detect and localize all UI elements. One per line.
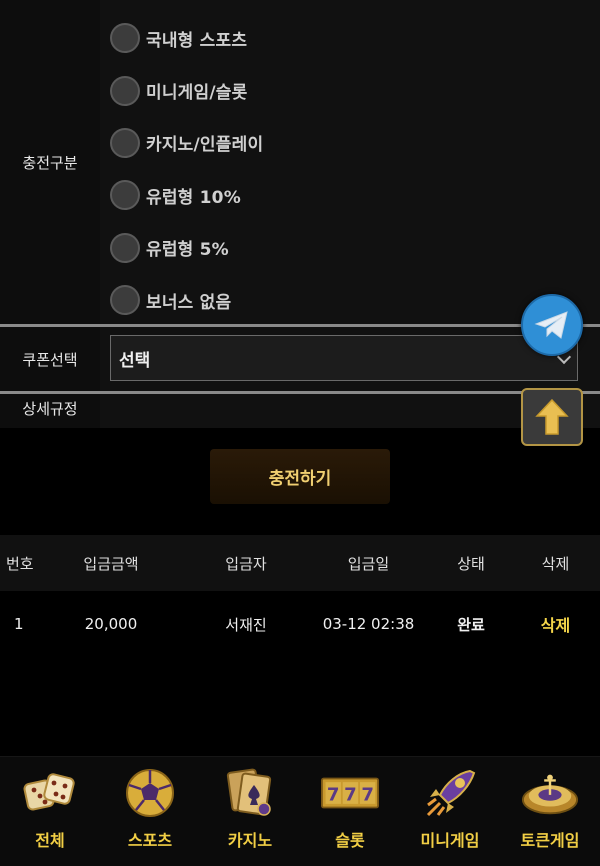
- telegram-button[interactable]: [521, 294, 583, 356]
- radio-option-casino-inplay[interactable]: 카지노/인플레이: [110, 117, 263, 169]
- charge-button[interactable]: 충전하기: [210, 449, 390, 504]
- bottom-nav: 전체 스포츠 카지노 7 7 7 슬롯 미니게임 토큰게임: [0, 756, 600, 866]
- nav-item-casino[interactable]: 카지노: [200, 757, 300, 866]
- rules-row: 상세규정: [0, 394, 600, 428]
- rules-label: 상세규정: [0, 394, 100, 428]
- column-header-depositor: 입금자: [225, 554, 267, 573]
- radio-button-icon[interactable]: [110, 75, 140, 106]
- nav-item-sports[interactable]: 스포츠: [100, 757, 200, 866]
- nav-label: 전체: [35, 831, 65, 850]
- radio-option-label: 미니게임/슬롯: [146, 83, 248, 104]
- row-date: 03-12 02:38: [322, 615, 415, 633]
- slot-777-icon: 7 7 7: [321, 767, 379, 819]
- radio-option-european-10[interactable]: 유럽형 10%: [110, 169, 263, 221]
- column-header-amount: 입금금액: [83, 554, 139, 573]
- radio-button-icon[interactable]: [110, 180, 140, 211]
- radio-option-label: 보너스 없음: [146, 292, 232, 313]
- coupon-label: 쿠폰선택: [0, 327, 100, 391]
- radio-option-european-5[interactable]: 유럽형 5%: [110, 222, 263, 274]
- row-amount: 20,000: [84, 615, 138, 633]
- radio-option-no-bonus[interactable]: 보너스 없음: [110, 274, 263, 326]
- radio-option-label: 카지노/인플레이: [146, 135, 264, 156]
- column-header-no: 번호: [6, 554, 34, 573]
- row-no: 1: [14, 615, 24, 633]
- deposit-type-options: 국내형 스포츠 미니게임/슬롯 카지노/인플레이 유럽형 10% 유럽형 5%: [100, 0, 600, 324]
- row-status: 완료: [457, 615, 485, 634]
- nav-label: 스포츠: [127, 831, 173, 850]
- nav-label: 카지노: [227, 831, 273, 850]
- radio-button-icon[interactable]: [110, 23, 140, 54]
- radio-button-icon[interactable]: [110, 285, 140, 316]
- scroll-to-top-button[interactable]: [521, 388, 583, 446]
- nav-label: 토큰게임: [520, 831, 580, 850]
- radio-option-domestic-sports[interactable]: 국내형 스포츠: [110, 12, 263, 64]
- nav-label: 슬롯: [335, 831, 365, 850]
- telegram-icon: [534, 311, 568, 339]
- row-depositor: 서재진: [225, 615, 267, 634]
- soccer-ball-icon: [121, 767, 179, 819]
- radio-button-icon[interactable]: [110, 127, 140, 158]
- delete-button[interactable]: 삭제: [541, 616, 570, 635]
- radio-option-minigame-slot[interactable]: 미니게임/슬롯: [110, 64, 263, 116]
- nav-item-token-game[interactable]: 토큰게임: [500, 757, 600, 866]
- deposit-type-label: 충전구분: [0, 0, 100, 324]
- nav-label: 미니게임: [420, 831, 480, 850]
- radio-button-icon[interactable]: [110, 232, 140, 263]
- radio-option-label: 유럽형 5%: [146, 240, 229, 261]
- nav-item-minigame[interactable]: 미니게임: [400, 757, 500, 866]
- nav-item-slot[interactable]: 7 7 7 슬롯: [300, 757, 400, 866]
- rocket-icon: [421, 767, 479, 819]
- deposit-history-table: 번호 입금금액 입금자 입금일 상태 삭제 1 20,000 서재진 03-12…: [0, 535, 600, 657]
- playing-cards-icon: [221, 767, 279, 819]
- svg-text:7: 7: [327, 784, 340, 805]
- coupon-select[interactable]: 선택: [110, 335, 578, 381]
- deposit-form: 충전구분 국내형 스포츠 미니게임/슬롯 카지노/인플레이 유럽형 10% 유럽…: [0, 0, 600, 430]
- svg-text:7: 7: [344, 784, 357, 805]
- svg-text:7: 7: [361, 784, 374, 805]
- deposit-type-row: 충전구분 국내형 스포츠 미니게임/슬롯 카지노/인플레이 유럽형 10% 유럽…: [0, 0, 600, 324]
- table-row: 1 20,000 서재진 03-12 02:38 완료 삭제: [0, 591, 600, 657]
- column-header-delete: 삭제: [541, 554, 570, 573]
- roulette-icon: [521, 767, 579, 819]
- arrow-up-icon: [535, 398, 569, 435]
- radio-option-label: 국내형 스포츠: [146, 30, 248, 51]
- dice-icon: [21, 767, 79, 819]
- column-header-date: 입금일: [347, 554, 390, 573]
- coupon-row: 쿠폰선택 선택: [0, 327, 600, 391]
- table-header: 번호 입금금액 입금자 입금일 상태 삭제: [0, 535, 600, 591]
- column-header-status: 상태: [457, 554, 485, 573]
- coupon-select-value: 선택: [119, 350, 151, 371]
- nav-item-all[interactable]: 전체: [0, 757, 100, 866]
- radio-option-label: 유럽형 10%: [146, 187, 241, 208]
- row-delete-cell: 삭제: [511, 612, 600, 636]
